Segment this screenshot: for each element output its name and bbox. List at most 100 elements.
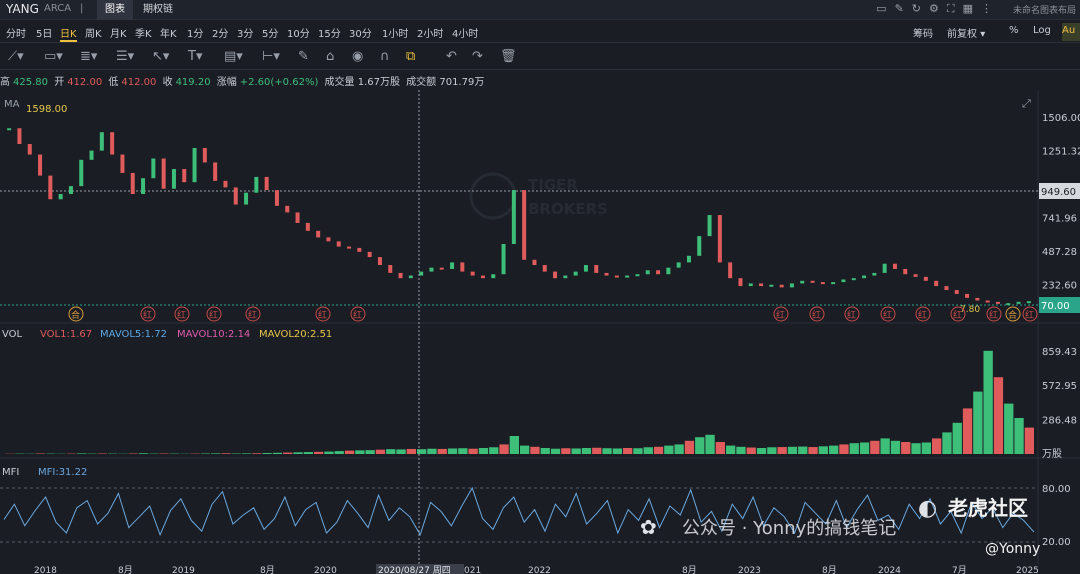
price-candle xyxy=(130,172,135,195)
text-icon[interactable]: T▾ xyxy=(188,49,202,64)
period-10m[interactable]: 10分 xyxy=(287,25,310,40)
period-3m[interactable]: 3分 xyxy=(237,25,253,40)
price-candle xyxy=(965,293,970,298)
vol1-label: VOL1:1.67 xyxy=(40,329,92,340)
percent-toggle[interactable]: % xyxy=(1009,25,1019,36)
period-15m[interactable]: 15分 xyxy=(318,25,341,40)
period-5m[interactable]: 5分 xyxy=(262,25,278,40)
volume-bar xyxy=(818,446,828,454)
volume-bar xyxy=(623,448,633,454)
tab-options-chain[interactable]: 期权链 xyxy=(135,0,181,20)
link-icon[interactable]: ⧉ xyxy=(406,49,415,64)
screenshot-icon[interactable]: ▭ xyxy=(876,2,894,15)
volume-bar xyxy=(932,438,942,454)
channel-icon[interactable]: ≣▾ xyxy=(80,49,97,64)
price-candle xyxy=(223,180,228,188)
rectangle-icon[interactable]: ▭▾ xyxy=(44,49,63,64)
period-1m[interactable]: 1分 xyxy=(187,25,203,40)
period-30m[interactable]: 30分 xyxy=(349,25,372,40)
volume-bar xyxy=(252,453,262,454)
trash-icon[interactable]: 🗑 xyxy=(500,49,517,64)
price-candle xyxy=(769,284,774,287)
period-2m[interactable]: 2分 xyxy=(212,25,228,40)
period-monthly[interactable]: 月K xyxy=(110,25,127,40)
layout-title[interactable]: 未命名图表布局 xyxy=(1013,3,1076,16)
price-candle xyxy=(244,192,249,205)
adjust-dropdown[interactable]: 前复权 ▾ xyxy=(947,25,985,40)
volume-bar xyxy=(962,408,973,454)
price-candle xyxy=(841,279,846,283)
volume-bar xyxy=(643,447,653,454)
price-candle xyxy=(975,297,980,301)
period-quarterly[interactable]: 季K xyxy=(135,25,152,40)
layout-icon[interactable]: ▦ xyxy=(963,2,981,15)
trendline-icon[interactable]: ⟋▾ xyxy=(8,49,24,64)
period-daily[interactable]: 日K xyxy=(60,25,77,42)
price-tick: 1251.32 xyxy=(1042,146,1080,157)
price-candle xyxy=(604,272,609,276)
period-bar: 分时 5日 日K 周K 月K 季K 年K 1分 2分 3分 5分 10分 15分… xyxy=(0,21,1080,43)
period-yearly[interactable]: 年K xyxy=(160,25,177,40)
undo-icon[interactable]: ↶ xyxy=(446,49,457,64)
volume-bar xyxy=(653,446,664,454)
price-candle xyxy=(553,271,558,279)
time-label: 2024 xyxy=(878,566,901,574)
period-2h[interactable]: 2小时 xyxy=(417,25,443,40)
price-candle xyxy=(862,275,867,279)
volume-bar xyxy=(808,447,818,454)
eye-icon[interactable]: ◉ xyxy=(352,49,363,64)
brand-name: 老虎社区 xyxy=(948,496,1028,520)
price-candle xyxy=(759,283,764,287)
price-candle xyxy=(419,271,424,276)
chips-button[interactable]: 筹码 xyxy=(913,25,933,40)
tab-chart[interactable]: 图表 xyxy=(97,0,133,20)
magnet-icon[interactable]: ∩ xyxy=(380,49,390,64)
volume-bar xyxy=(489,447,499,454)
price-candle xyxy=(542,265,547,272)
lock-icon[interactable]: ⌂ xyxy=(326,49,334,64)
price-candle xyxy=(892,263,897,269)
volume-bar xyxy=(406,448,416,454)
volume-bar xyxy=(499,444,509,454)
more-icon[interactable]: ⋮ xyxy=(981,2,1000,15)
price-candle xyxy=(563,275,568,279)
period-intraday[interactable]: 分时 xyxy=(6,25,26,40)
price-candle xyxy=(697,236,702,256)
vol-title: VOL xyxy=(2,329,23,340)
period-1h[interactable]: 1小时 xyxy=(382,25,408,40)
price-candle xyxy=(583,265,588,272)
refresh-icon[interactable]: ↻ xyxy=(912,2,929,15)
price-candle xyxy=(470,271,475,276)
volume-bar xyxy=(787,446,798,454)
volume-bar xyxy=(798,446,808,454)
measure-icon[interactable]: ⊢▾ xyxy=(262,49,280,64)
ticker-symbol: YANG xyxy=(6,2,39,16)
volume-bar xyxy=(726,445,736,454)
event-marker-label: 红 xyxy=(918,309,927,321)
volume-bar xyxy=(870,440,880,454)
period-4h[interactable]: 4小时 xyxy=(452,25,478,40)
auto-scale-toggle[interactable]: Au xyxy=(1062,23,1080,41)
time-label: 2018 xyxy=(34,566,57,574)
fib-icon[interactable]: ☰▾ xyxy=(116,49,134,64)
price-candle xyxy=(336,241,341,247)
volume-bar xyxy=(993,377,1004,454)
expand-icon[interactable]: ⤢ xyxy=(1022,97,1031,110)
settings-icon[interactable]: ⚙ xyxy=(929,2,947,15)
price-candle xyxy=(1006,303,1011,306)
period-5d[interactable]: 5日 xyxy=(36,25,52,40)
label-icon[interactable]: ▤▾ xyxy=(224,49,243,64)
period-weekly[interactable]: 周K xyxy=(85,25,102,40)
log-toggle[interactable]: Log xyxy=(1033,25,1051,36)
edit-icon[interactable]: ✎ xyxy=(895,2,912,15)
cursor-date: 2020/08/27 周四 xyxy=(378,565,451,574)
redo-icon[interactable]: ↷ xyxy=(472,49,483,64)
toolbar-icons[interactable]: ▭✎↻⚙⛶▦⋮ xyxy=(876,2,1000,16)
volume-bar xyxy=(767,447,777,454)
fullscreen-icon[interactable]: ⛶ xyxy=(947,2,963,15)
price-candle xyxy=(285,205,290,213)
arrow-icon[interactable]: ↖▾ xyxy=(152,49,169,64)
chart-area[interactable]: TIGER BROKERS MA 1598.00 ⤢ 1506.001251.3… xyxy=(0,90,1080,574)
pen-icon[interactable]: ✎ xyxy=(298,49,309,64)
drawing-toolbar: ⟋▾ ▭▾ ≣▾ ☰▾ ↖▾ T▾ ▤▾ ⊢▾ ✎ ⌂ ◉ ∩ ⧉ ↶ ↷ 🗑 xyxy=(0,44,1080,70)
